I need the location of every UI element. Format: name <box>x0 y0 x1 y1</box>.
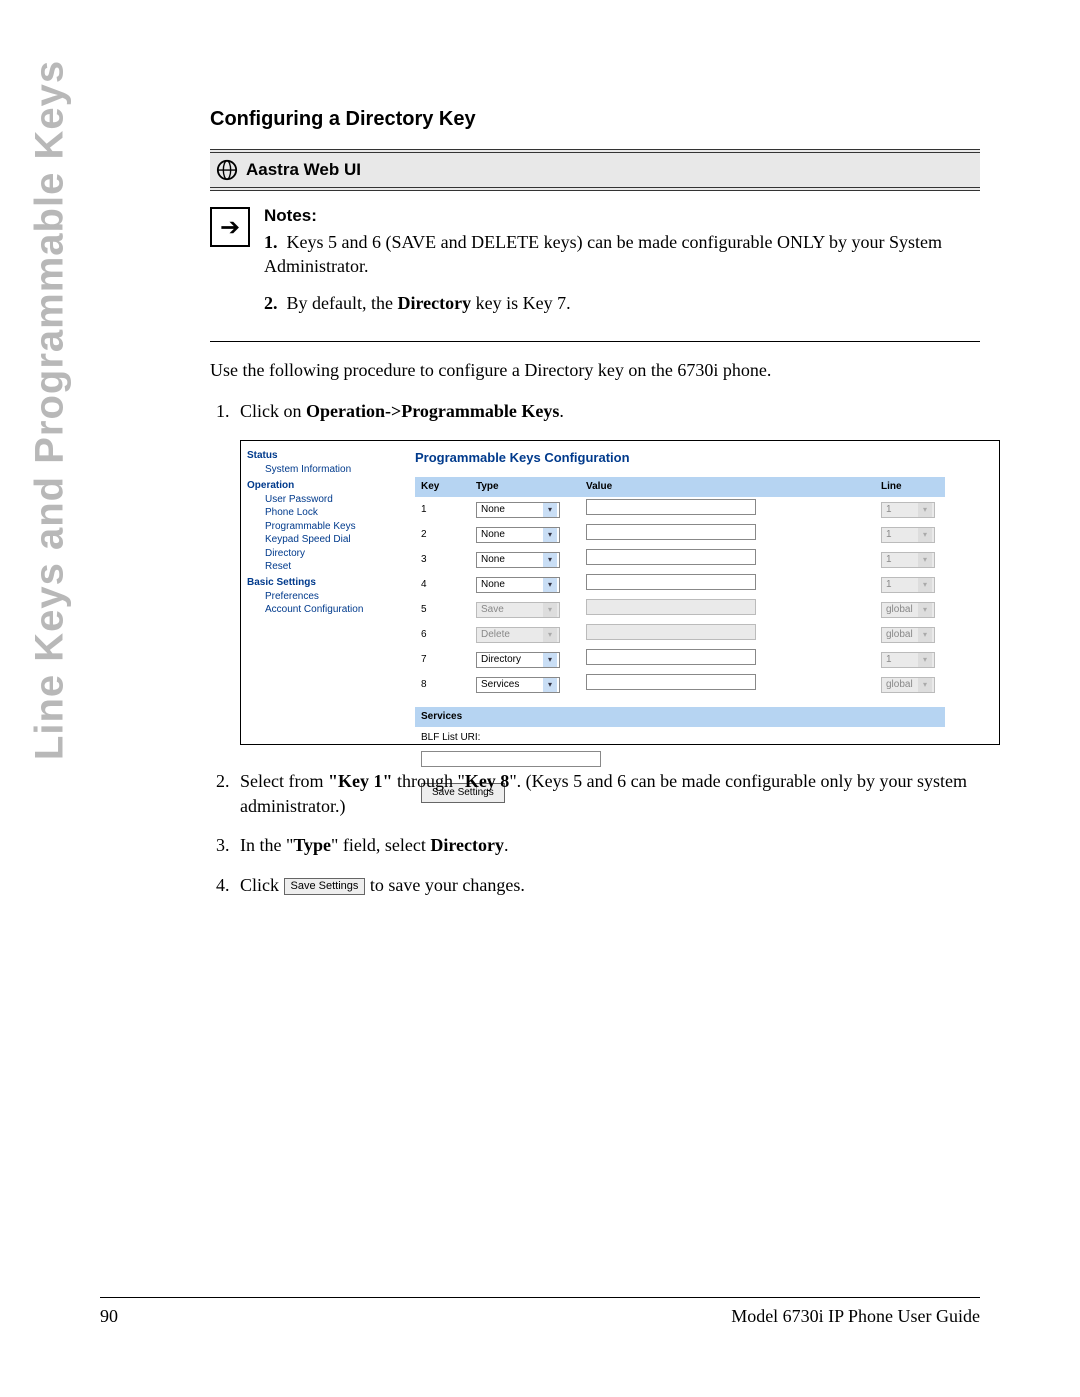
sidebar-item-keypad-speed-dial[interactable]: Keypad Speed Dial <box>247 533 395 547</box>
chevron-down-icon: ▾ <box>543 603 557 617</box>
sidebar-item-system-information[interactable]: System Information <box>247 463 395 477</box>
key-number-cell: 7 <box>415 647 470 672</box>
sidebar-item-account-configuration[interactable]: Account Configuration <box>247 603 395 617</box>
type-select[interactable]: None▾ <box>476 577 560 593</box>
value-input[interactable] <box>586 524 756 540</box>
webui-label: Aastra Web UI <box>246 160 361 180</box>
th-line: Line <box>875 477 945 497</box>
key-number-cell: 8 <box>415 672 470 697</box>
note-1: 1. Keys 5 and 6 (SAVE and DELETE keys) c… <box>264 230 980 279</box>
chevron-down-icon: ▾ <box>918 628 932 642</box>
type-select[interactable]: Directory▾ <box>476 652 560 668</box>
sidebar-heading-operation: Operation <box>247 479 395 493</box>
table-row: 2 None▾ 1▾ <box>415 522 945 547</box>
sidebar-heading-basic-settings: Basic Settings <box>247 576 395 590</box>
line-select: global▾ <box>881 627 935 643</box>
line-select: 1▾ <box>881 527 935 543</box>
type-select[interactable]: None▾ <box>476 552 560 568</box>
webui-header-bar: Aastra Web UI <box>210 149 980 191</box>
screenshot-title: Programmable Keys Configuration <box>415 449 985 467</box>
type-select[interactable]: None▾ <box>476 502 560 518</box>
chevron-down-icon: ▾ <box>543 503 557 517</box>
chevron-down-icon: ▾ <box>543 528 557 542</box>
arrow-right-icon: ➔ <box>210 207 250 247</box>
type-select[interactable]: Services▾ <box>476 677 560 693</box>
page-number: 90 <box>100 1306 118 1327</box>
type-select[interactable]: None▾ <box>476 527 560 543</box>
key-number-cell: 4 <box>415 572 470 597</box>
table-row: 5 Save▾ global▾ <box>415 597 945 622</box>
line-select: 1▾ <box>881 577 935 593</box>
key-number-cell: 1 <box>415 497 470 522</box>
sidebar-item-user-password[interactable]: User Password <box>247 493 395 507</box>
sidebar-item-phone-lock[interactable]: Phone Lock <box>247 506 395 520</box>
chevron-down-icon: ▾ <box>918 653 932 667</box>
value-input[interactable] <box>586 549 756 565</box>
value-input <box>586 624 756 640</box>
sidebar-item-directory[interactable]: Directory <box>247 547 395 561</box>
key-number-cell: 3 <box>415 547 470 572</box>
sidebar-item-reset[interactable]: Reset <box>247 560 395 574</box>
key-number-cell: 2 <box>415 522 470 547</box>
value-input[interactable] <box>586 674 756 690</box>
chevron-down-icon: ▾ <box>918 578 932 592</box>
chevron-down-icon: ▾ <box>918 528 932 542</box>
table-row: 4 None▾ 1▾ <box>415 572 945 597</box>
chevron-down-icon: ▾ <box>543 628 557 642</box>
guide-title: Model 6730i IP Phone User Guide <box>731 1306 980 1327</box>
page-footer: 90 Model 6730i IP Phone User Guide <box>100 1297 980 1327</box>
th-type: Type <box>470 477 580 497</box>
chevron-down-icon: ▾ <box>918 678 932 692</box>
chevron-down-icon: ▾ <box>918 603 932 617</box>
chevron-down-icon: ▾ <box>543 553 557 567</box>
value-input[interactable] <box>586 499 756 515</box>
chevron-down-icon: ▾ <box>918 553 932 567</box>
type-select: Save▾ <box>476 602 560 618</box>
step-3: In the "Type" field, select Directory. <box>234 833 980 858</box>
notes-heading: Notes: <box>264 205 980 228</box>
value-input <box>586 599 756 615</box>
table-row: 8 Services▾ global▾ <box>415 672 945 697</box>
line-select: global▾ <box>881 677 935 693</box>
notes-block: ➔ Notes: 1. Keys 5 and 6 (SAVE and DELET… <box>210 205 980 342</box>
key-number-cell: 6 <box>415 622 470 647</box>
th-key: Key <box>415 477 470 497</box>
side-section-title: Line Keys and Programmable Keys <box>28 60 73 760</box>
sidebar-item-programmable-keys[interactable]: Programmable Keys <box>247 520 395 534</box>
sidebar-heading-status: Status <box>247 449 395 463</box>
line-select: 1▾ <box>881 552 935 568</box>
table-row: 1 None▾ 1▾ <box>415 497 945 522</box>
chevron-down-icon: ▾ <box>543 653 557 667</box>
chevron-down-icon: ▾ <box>543 678 557 692</box>
services-header: Services <box>415 707 909 727</box>
th-value: Value <box>580 477 875 497</box>
chevron-down-icon: ▾ <box>543 578 557 592</box>
screenshot-sidebar: Status System Information Operation User… <box>241 441 401 744</box>
line-select: global▾ <box>881 602 935 618</box>
value-input[interactable] <box>586 649 756 665</box>
value-input[interactable] <box>586 574 756 590</box>
line-select: 1▾ <box>881 652 935 668</box>
keys-table: Key Type Value Line 1 None▾ 1▾ 2 None▾ 1▾ 3 Non… <box>415 477 945 697</box>
step-4: Click Save Settings to save your changes… <box>234 873 980 898</box>
table-row: 7 Directory▾ 1▾ <box>415 647 945 672</box>
table-row: 3 None▾ 1▾ <box>415 547 945 572</box>
programmable-keys-screenshot: Status System Information Operation User… <box>240 440 1000 745</box>
table-row: 6 Delete▾ global▾ <box>415 622 945 647</box>
note-2: 2. By default, the Directory key is Key … <box>264 291 980 315</box>
step-1: Click on Operation->Programmable Keys. S… <box>234 399 980 745</box>
blf-list-uri-label: BLF List URI: <box>415 727 985 747</box>
page-title: Configuring a Directory Key <box>210 108 980 131</box>
chevron-down-icon: ▾ <box>918 503 932 517</box>
intro-text: Use the following procedure to configure… <box>210 360 980 381</box>
sidebar-item-preferences[interactable]: Preferences <box>247 590 395 604</box>
line-select: 1▾ <box>881 502 935 518</box>
blf-list-uri-input[interactable] <box>421 751 601 767</box>
type-select: Delete▾ <box>476 627 560 643</box>
key-number-cell: 5 <box>415 597 470 622</box>
globe-icon <box>216 159 238 181</box>
inline-save-settings-button[interactable]: Save Settings <box>284 878 366 895</box>
